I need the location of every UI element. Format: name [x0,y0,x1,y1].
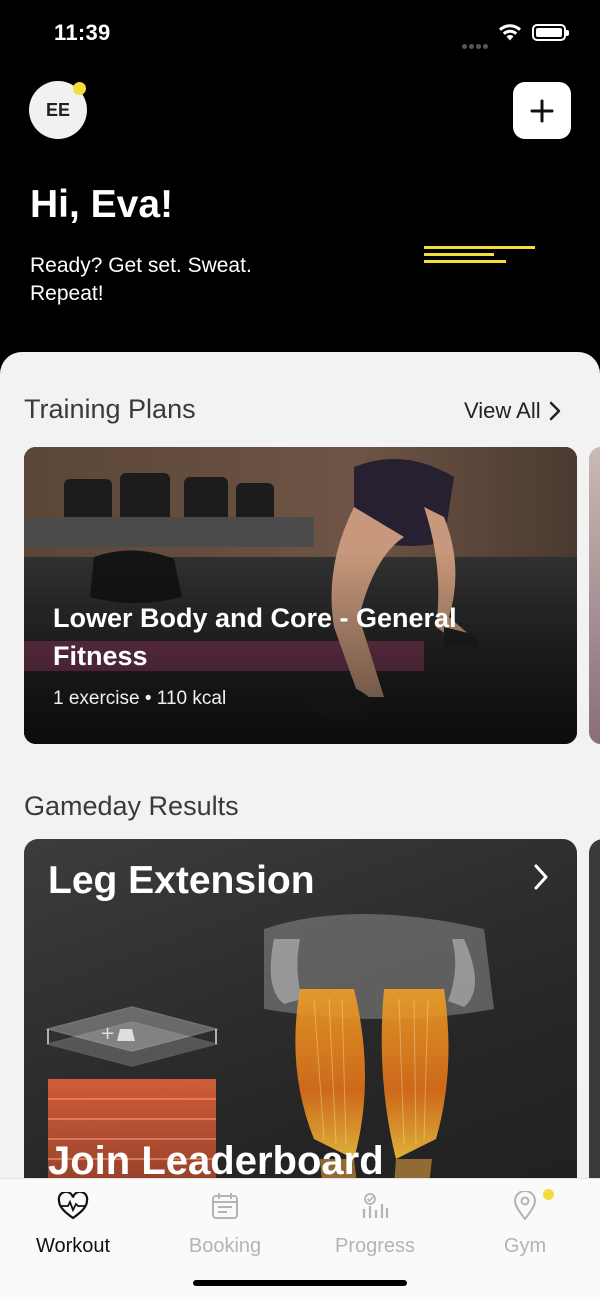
gym-notification-dot [543,1189,554,1200]
training-plan-title: Lower Body and Core - General Fitness [53,603,457,671]
status-bar: 11:39 [0,0,600,66]
next-training-plan-card[interactable] [589,447,600,744]
calendar-icon [212,1193,238,1219]
status-time: 11:39 [54,20,111,45]
home-indicator[interactable] [193,1280,407,1286]
tab-booking[interactable]: Booking [165,1191,285,1258]
notification-dot [73,82,86,95]
speed-lines-icon [424,246,535,263]
tab-workout-label: Workout [35,1235,111,1257]
training-plans-title: Training Plans [24,394,196,424]
main-content: Training Plans View All Lower Body and C… [0,352,600,1299]
battery-icon [532,24,569,41]
view-all-label: View All [464,398,541,423]
add-button[interactable] [513,82,571,139]
location-pin-icon [513,1191,537,1221]
gameday-card-title: Leg Extension [48,859,315,902]
avatar-initials: EE [45,99,70,120]
view-all-link[interactable]: View All [464,398,561,424]
progress-chart-icon [362,1193,389,1218]
chevron-right-icon[interactable] [533,863,549,891]
greeting-title: Hi, Eva! [30,183,174,226]
tab-progress[interactable]: Progress [315,1191,435,1258]
tab-gym[interactable]: Gym [465,1191,585,1258]
greeting-subtitle: Ready? Get set. Sweat. Repeat! [30,254,252,305]
gameday-results-title: Gameday Results [24,791,239,821]
tab-gym-label: Gym [503,1235,547,1257]
training-plan-card[interactable]: Lower Body and Core - General Fitness 1 … [24,447,577,744]
chevron-right-icon [549,401,560,421]
heart-icon [57,1192,89,1220]
svg-text:+: + [100,1023,115,1044]
training-plan-meta: 1 exercise • 110 kcal [53,688,227,709]
tab-progress-label: Progress [334,1235,416,1257]
tab-booking-label: Booking [188,1235,262,1257]
tab-workout[interactable]: Workout [13,1191,133,1258]
wifi-icon [499,24,521,41]
cellular-signal-icon [462,36,490,54]
plus-icon [530,99,554,122]
